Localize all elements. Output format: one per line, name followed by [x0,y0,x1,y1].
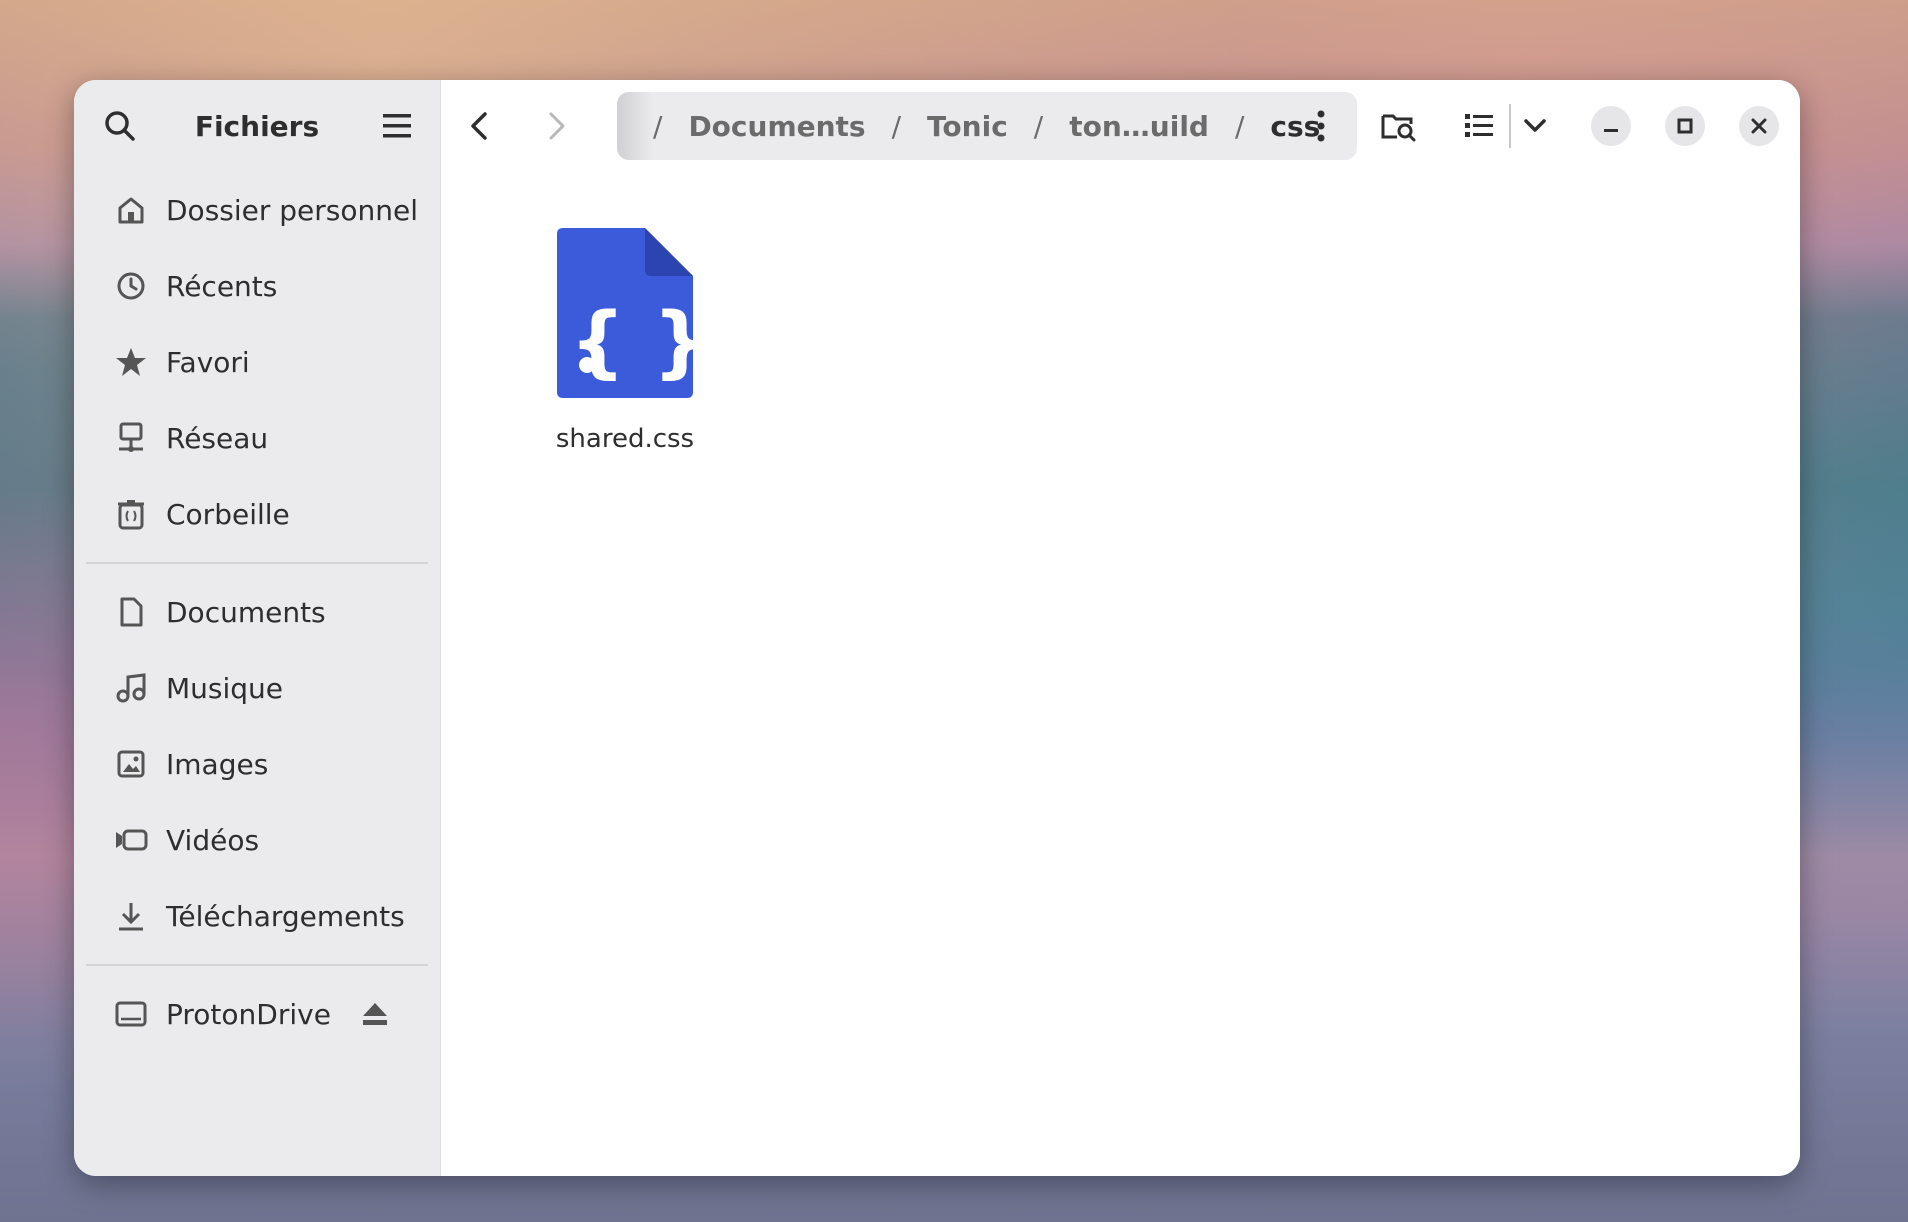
maximize-button[interactable] [1665,106,1705,146]
network-icon [114,421,148,455]
view-options-button[interactable] [1513,104,1557,148]
sidebar-item-protondrive[interactable]: ProtonDrive [74,976,440,1052]
sidebar: Fichiers Dossier personnel Récents Favor… [74,80,441,1176]
chevron-right-icon [549,112,565,140]
places-list: Dossier personnel Récents Favori Réseau … [74,172,440,552]
star-icon [114,345,148,379]
home-icon [114,193,148,227]
search-in-folder-button[interactable] [1376,104,1420,148]
devices-list: ProtonDrive [74,976,440,1052]
sidebar-item-home[interactable]: Dossier personnel [74,172,440,248]
css-file-icon: { } [557,228,708,398]
sidebar-item-label: ProtonDrive [166,997,331,1031]
path-separator: / [891,109,902,143]
path-segment-documents[interactable]: Documents [688,110,865,143]
file-name: shared.css [555,424,695,454]
path-root[interactable]: / [653,110,662,143]
svg-text:{ }: { } [570,297,693,387]
file-manager-window: Fichiers Dossier personnel Récents Favor… [74,80,1800,1176]
eject-icon [363,1003,387,1025]
minimize-button[interactable] [1591,106,1631,146]
file-item[interactable]: { } shared.css [555,228,708,454]
maximize-icon [1677,118,1693,134]
music-icon [114,671,148,705]
sidebar-item-music[interactable]: Musique [74,650,440,726]
sidebar-item-videos[interactable]: Vidéos [74,802,440,878]
sidebar-item-label: Réseau [166,421,269,455]
forward-button[interactable] [535,104,579,148]
path-bar-fade [617,92,653,160]
back-button[interactable] [457,104,501,148]
path-segment-tonic[interactable]: Tonic [927,110,1008,143]
toolbar-divider [1509,104,1511,148]
sidebar-item-network[interactable]: Réseau [74,400,440,476]
hamburger-menu-icon [383,114,411,138]
sidebar-item-label: Vidéos [166,823,260,857]
chevron-left-icon [471,112,487,140]
list-view-icon [1465,114,1493,137]
sidebar-item-label: Musique [166,671,284,705]
path-segment-build[interactable]: ton…uild [1069,110,1209,143]
sidebar-item-label: Téléchargements [166,899,405,933]
path-separator: / [1234,109,1245,143]
video-icon [114,823,148,857]
image-icon [114,747,148,781]
clock-icon [114,269,148,303]
download-icon [114,899,148,933]
sidebar-item-downloads[interactable]: Téléchargements [74,878,440,954]
path-bar[interactable]: / Documents / Tonic / ton…uild / css [617,92,1357,160]
bookmarks-list: Documents Musique Images Vidéos Téléchar… [74,574,440,954]
main-content: / Documents / Tonic / ton…uild / css {s… [441,80,1800,1176]
sidebar-item-label: Dossier personnel [166,193,419,227]
header-bar: / Documents / Tonic / ton…uild / css [441,80,1800,172]
sidebar-separator [86,562,428,564]
vertical-dots-icon [1317,110,1325,142]
folder-search-icon [1381,114,1416,142]
trash-icon [114,497,148,531]
sidebar-header: Fichiers [74,80,440,172]
eject-button[interactable] [360,999,390,1029]
path-separator: / [1033,109,1044,143]
drive-icon [114,997,148,1031]
close-button[interactable] [1739,106,1779,146]
sidebar-item-label: Favori [166,345,250,379]
sidebar-item-label: Récents [166,269,278,303]
sidebar-item-trash[interactable]: Corbeille [74,476,440,552]
close-icon [1751,118,1767,134]
sidebar-item-starred[interactable]: Favori [74,324,440,400]
sidebar-item-label: Documents [166,595,326,629]
sidebar-item-recent[interactable]: Récents [74,248,440,324]
minimize-icon [1604,129,1618,132]
path-menu-button[interactable] [1301,106,1341,146]
view-toggle-button[interactable] [1457,104,1501,148]
chevron-down-icon [1524,119,1546,132]
sidebar-item-label: Images [166,747,269,781]
main-menu-button[interactable] [380,110,414,142]
sidebar-item-label: Corbeille [166,497,290,531]
sidebar-item-documents[interactable]: Documents [74,574,440,650]
sidebar-separator [86,964,428,966]
sidebar-item-images[interactable]: Images [74,726,440,802]
document-icon [114,595,148,629]
